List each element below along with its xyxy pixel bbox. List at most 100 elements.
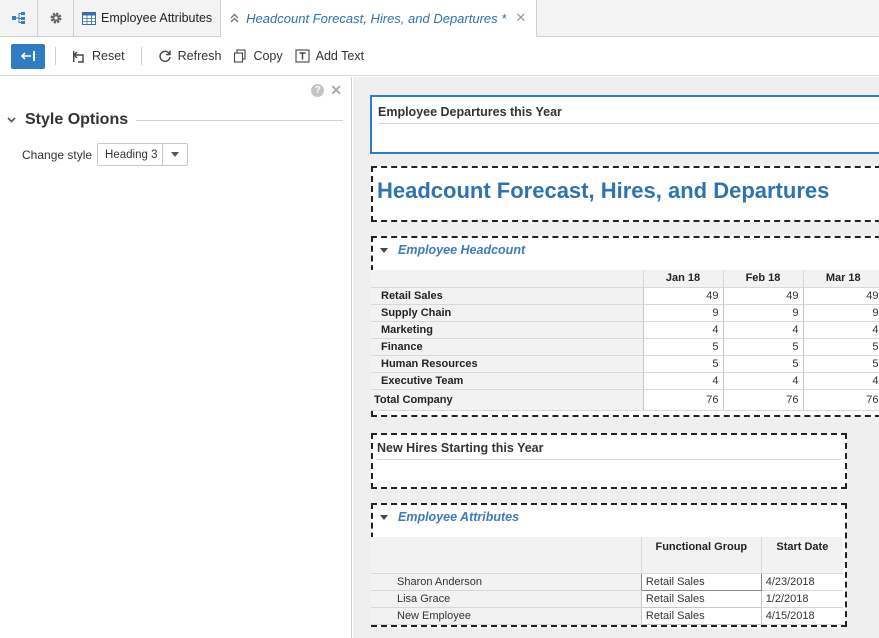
employee-name: New Employee bbox=[371, 607, 642, 625]
new-hires-text-block[interactable]: New Hires Starting this Year bbox=[371, 433, 847, 489]
value-cell[interactable]: 4 bbox=[802, 371, 879, 390]
refresh-button[interactable]: Refresh bbox=[152, 49, 228, 63]
toolbar-separator bbox=[140, 47, 142, 65]
style-options-header[interactable]: Style Options bbox=[7, 111, 343, 129]
change-style-select[interactable]: Heading 3 bbox=[97, 143, 189, 166]
total-row: Total Company 76 76 76 bbox=[371, 388, 879, 411]
employee-name: Sharon Anderson bbox=[371, 573, 642, 591]
headcount-title[interactable]: Employee Headcount bbox=[377, 243, 525, 257]
table-row: Retail Sales 49 49 49 bbox=[371, 286, 879, 305]
row-label: Supply Chain bbox=[371, 304, 643, 322]
reset-label: Reset bbox=[92, 49, 125, 63]
departures-text-block[interactable]: Employee Departures this Year bbox=[370, 95, 879, 154]
start-date-cell[interactable]: 1/2/2018 bbox=[761, 590, 843, 608]
column-header: Feb 18 bbox=[722, 270, 803, 288]
help-icon[interactable]: ? bbox=[311, 84, 325, 97]
change-style-label: Change style bbox=[22, 147, 93, 162]
employee-name: Lisa Grace bbox=[371, 590, 642, 608]
reset-button[interactable]: Reset bbox=[66, 49, 131, 63]
panel-controls: ? ✕ bbox=[311, 82, 342, 99]
section-title: Style Options bbox=[25, 111, 129, 128]
value-cell[interactable]: 4 bbox=[642, 371, 724, 390]
tab-hierarchy[interactable] bbox=[0, 0, 38, 36]
row-label: Executive Team bbox=[371, 372, 643, 390]
value-cell[interactable]: 5 bbox=[642, 337, 724, 356]
copy-button[interactable]: Copy bbox=[227, 49, 288, 63]
total-cell: 76 bbox=[722, 388, 804, 411]
functional-group-cell[interactable]: Retail Sales bbox=[640, 606, 762, 625]
row-label: Retail Sales bbox=[371, 287, 643, 305]
value-cell[interactable]: 4 bbox=[642, 320, 724, 339]
value-cell[interactable]: 4 bbox=[802, 320, 879, 339]
functional-group-cell[interactable]: Retail Sales bbox=[640, 589, 762, 608]
value-cell[interactable]: 5 bbox=[722, 354, 804, 373]
close-tab-icon[interactable]: ✕ bbox=[515, 10, 526, 26]
table-row: Supply Chain 9 9 9 bbox=[371, 303, 879, 322]
collapse-triangle-icon bbox=[380, 247, 388, 253]
value-cell[interactable]: 5 bbox=[642, 354, 724, 373]
value-cell[interactable]: 49 bbox=[722, 286, 804, 305]
column-header: Functional Group bbox=[640, 537, 762, 574]
value-cell[interactable]: 9 bbox=[642, 303, 724, 322]
divider bbox=[377, 459, 841, 460]
new-hires-title: New Hires Starting this Year bbox=[377, 441, 544, 455]
tab-label: Headcount Forecast, Hires, and Departure… bbox=[246, 10, 507, 26]
column-header: Mar 18 bbox=[802, 270, 879, 288]
dropdown-arrow-icon bbox=[162, 144, 187, 165]
table-row: Human Resources 5 5 5 bbox=[371, 354, 879, 373]
style-options-panel: ? ✕ Style Options Change style Heading 3 bbox=[0, 77, 352, 638]
collapse-left-icon bbox=[20, 51, 35, 61]
report-canvas: Employee Departures this Year Headcount … bbox=[353, 77, 879, 638]
row-label: Human Resources bbox=[371, 355, 643, 373]
tab-settings[interactable] bbox=[38, 0, 74, 36]
headcount-title-text: Employee Headcount bbox=[398, 243, 526, 257]
corner-cell bbox=[371, 270, 643, 288]
heading-block[interactable]: Headcount Forecast, Hires, and Departure… bbox=[371, 166, 879, 222]
row-label: Marketing bbox=[371, 321, 643, 339]
start-date-cell[interactable]: 4/23/2018 bbox=[761, 573, 843, 591]
functional-group-cell[interactable]: Retail Sales bbox=[640, 572, 762, 591]
table-row: Sharon Anderson Retail Sales 4/23/2018 bbox=[371, 572, 843, 591]
collapse-panel-button[interactable] bbox=[11, 43, 45, 69]
value-cell[interactable]: 49 bbox=[642, 286, 724, 305]
tab-headcount-forecast[interactable]: Headcount Forecast, Hires, and Departure… bbox=[221, 0, 538, 37]
divider bbox=[378, 123, 879, 124]
table-icon bbox=[82, 11, 96, 25]
text-box-icon bbox=[295, 49, 310, 63]
value-cell[interactable]: 5 bbox=[802, 337, 879, 356]
tab-bar: Employee Attributes Headcount Forecast, … bbox=[0, 0, 879, 37]
hierarchy-icon bbox=[11, 12, 25, 24]
value-cell[interactable]: 5 bbox=[802, 354, 879, 373]
report-heading: Headcount Forecast, Hires, and Departure… bbox=[377, 178, 830, 203]
refresh-icon bbox=[159, 50, 171, 62]
corner-cell bbox=[371, 537, 642, 574]
value-cell[interactable]: 49 bbox=[802, 286, 879, 305]
value-cell[interactable]: 4 bbox=[722, 371, 804, 390]
add-text-button[interactable]: Add Text bbox=[289, 49, 370, 63]
gear-icon bbox=[50, 12, 61, 24]
tab-label: Employee Attributes bbox=[101, 11, 213, 25]
attributes-title-text: Employee Attributes bbox=[398, 510, 520, 524]
attributes-title[interactable]: Employee Attributes bbox=[377, 510, 519, 524]
row-label: Finance bbox=[371, 338, 643, 356]
value-cell[interactable]: 9 bbox=[802, 303, 879, 322]
departures-title: Employee Departures this Year bbox=[378, 105, 562, 119]
close-panel-icon[interactable]: ✕ bbox=[330, 82, 342, 99]
value-cell[interactable]: 5 bbox=[722, 337, 804, 356]
start-date-cell[interactable]: 4/15/2018 bbox=[761, 607, 843, 625]
column-header: Jan 18 bbox=[642, 270, 723, 288]
refresh-label: Refresh bbox=[177, 49, 222, 63]
chevron-down-icon bbox=[7, 115, 16, 126]
table-row: Marketing 4 4 4 bbox=[371, 320, 879, 339]
collapse-triangle-icon bbox=[380, 514, 388, 520]
attributes-table: Functional Group Start Date Sharon Ander… bbox=[371, 537, 843, 625]
tab-employee-attributes[interactable]: Employee Attributes bbox=[74, 0, 222, 36]
selected-style: Heading 3 bbox=[105, 148, 158, 161]
copy-icon bbox=[234, 49, 246, 63]
value-cell[interactable]: 4 bbox=[722, 320, 804, 339]
total-cell: 76 bbox=[802, 388, 879, 411]
value-cell[interactable]: 9 bbox=[722, 303, 804, 322]
add-text-label: Add Text bbox=[315, 49, 365, 63]
headcount-section[interactable]: Employee Headcount Jan 18 Feb 18 Mar 18 … bbox=[371, 236, 879, 417]
attributes-section[interactable]: Employee Attributes Functional Group Sta… bbox=[371, 503, 847, 627]
